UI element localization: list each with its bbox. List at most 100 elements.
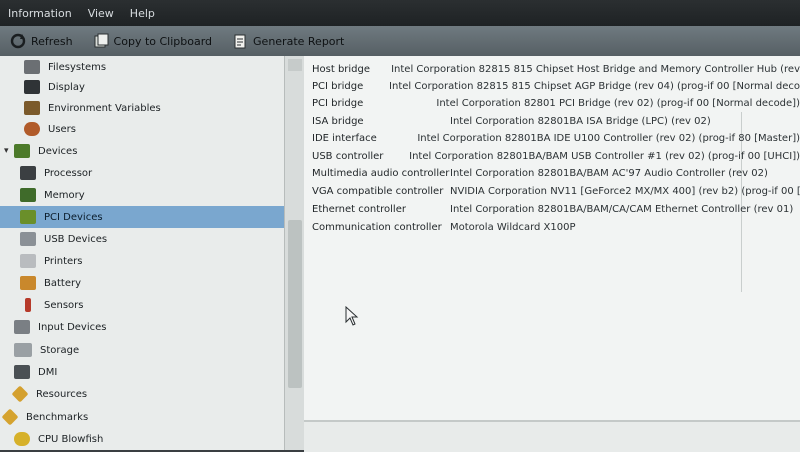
users-icon [24,122,40,136]
device-name: Intel Corporation 82801BA ISA Bridge (LP… [450,115,711,127]
table-row[interactable]: ISA bridge Intel Corporation 82801BA ISA… [304,112,800,130]
device-name: Intel Corporation 82801 PCI Bridge (rev … [436,97,800,109]
sidebar-item-pci-devices[interactable]: PCI Devices [0,206,284,228]
input-icon [14,320,30,334]
device-name: Intel Corporation 82801BA/BAM/CA/CAM Eth… [450,203,794,215]
device-type: Ethernet controller [312,203,406,215]
sidebar-item-label: Storage [40,344,80,356]
sidebar-item-usb-devices[interactable]: USB Devices [0,228,284,250]
sidebar-item-battery[interactable]: Battery [0,272,284,294]
sidebar-item-display[interactable]: Display [0,76,284,98]
sidebar-item-cpu-blowfish[interactable]: CPU Blowfish [0,428,284,450]
sidebar-item-label: Display [48,81,85,93]
table-row[interactable]: USB controller Intel Corporation 82801BA… [304,147,800,165]
sidebar-item-sensors[interactable]: Sensors [0,294,284,316]
sidebar-item-environment-variables[interactable]: Environment Variables [0,97,284,119]
device-type: ISA bridge [312,115,364,127]
device-name: Intel Corporation 82801BA IDE U100 Contr… [417,132,800,144]
menu-view[interactable]: View [80,7,122,20]
device-type: IDE interface [312,132,377,144]
menu-help[interactable]: Help [122,7,163,20]
sidebar-item-label: Environment Variables [48,102,161,114]
sidebar-item-label: DMI [38,366,58,378]
report-label: Generate Report [253,34,345,48]
memory-icon [20,188,36,202]
refresh-button[interactable]: Refresh [0,33,83,49]
sidebar-item-resources[interactable]: Resources [0,383,284,405]
report-icon [234,34,246,49]
sidebar-item-memory[interactable]: Memory [0,184,284,206]
device-type: PCI bridge [312,80,364,92]
chevron-down-icon[interactable]: ▾ [4,146,14,156]
table-row[interactable]: VGA compatible controller NVIDIA Corpora… [304,182,800,200]
table-row[interactable]: PCI bridge Intel Corporation 82801 PCI B… [304,94,800,112]
device-type: Communication controller [312,221,442,233]
scroll-thumb[interactable] [288,220,302,388]
sidebar-item-users[interactable]: Users [0,118,284,140]
sidebar-item-benchmarks[interactable]: Benchmarks [0,406,284,428]
storage-icon [14,343,32,357]
sidebar-item-label: PCI Devices [44,211,103,223]
sidebar-item-label: Printers [44,255,83,267]
devices-icon [14,144,30,158]
menu-bar: Information View Help [0,0,800,26]
device-type: Host bridge [312,63,371,75]
device-name: Motorola Wildcard X100P [450,221,576,233]
device-type: Multimedia audio controller [312,167,450,179]
blowfish-icon [14,432,30,446]
device-list: Host bridge Intel Corporation 82815 815 … [304,56,800,420]
pci-icon [20,210,36,224]
sidebar-item-label: Resources [36,388,88,400]
usb-icon [20,232,36,246]
sidebar-item-label: Benchmarks [26,411,89,423]
table-row[interactable]: Host bridge Intel Corporation 82815 815 … [304,60,800,78]
processor-icon [20,166,36,180]
sidebar-item-storage[interactable]: Storage [0,339,284,361]
device-name: NVIDIA Corporation NV11 [GeForce2 MX/MX … [450,185,800,197]
generate-report-button[interactable]: Generate Report [222,33,354,49]
menu-information[interactable]: Information [0,7,80,20]
table-row[interactable]: IDE interface Intel Corporation 82801BA … [304,129,800,147]
table-row[interactable]: PCI bridge Intel Corporation 82815 815 C… [304,77,800,95]
sidebar-item-label: Filesystems [48,61,107,73]
sidebar-item-label: USB Devices [44,233,108,245]
printer-icon [20,254,36,268]
filesystem-icon [24,60,40,74]
copy-to-clipboard-button[interactable]: Copy to Clipboard [83,33,222,49]
sidebar-item-dmi[interactable]: DMI [0,361,284,383]
device-type: PCI bridge [312,97,364,109]
display-icon [24,80,40,94]
device-type: USB controller [312,150,384,162]
env-vars-icon [24,101,40,115]
refresh-icon [10,33,26,49]
table-row[interactable]: Communication controller Motorola Wildca… [304,218,800,236]
device-name: Intel Corporation 82801BA/BAM AC'97 Audi… [450,167,768,179]
sidebar-item-label: Battery [44,277,82,289]
sidebar-item-devices[interactable]: ▾ Devices [0,140,284,162]
battery-icon [20,276,36,290]
sidebar-item-label: Processor [44,167,93,179]
sensor-icon [25,298,31,312]
benchmarks-icon [1,408,19,426]
sidebar: Filesystems Display Environment Variable… [0,56,284,450]
scroll-up-button[interactable] [288,59,302,71]
device-type: VGA compatible controller [312,185,444,197]
sidebar-scrollbar[interactable] [284,56,305,450]
device-name: Intel Corporation 82815 815 Chipset Host… [391,63,800,75]
table-row[interactable]: Ethernet controller Intel Corporation 82… [304,200,800,218]
table-row[interactable]: Multimedia audio controller Intel Corpor… [304,164,800,182]
sidebar-item-label: Input Devices [38,321,107,333]
sidebar-item-label: Users [48,123,77,135]
mouse-cursor-icon [345,306,359,326]
sidebar-item-processor[interactable]: Processor [0,162,284,184]
toolbar: Refresh Copy to Clipboard Generate Repor… [0,26,800,57]
sidebar-item-printers[interactable]: Printers [0,250,284,272]
device-name: Intel Corporation 82815 815 Chipset AGP … [389,80,800,92]
sidebar-item-label: Memory [44,189,85,201]
sidebar-item-label: Devices [38,145,78,157]
device-name: Intel Corporation 82801BA/BAM USB Contro… [409,150,800,162]
sidebar-item-input-devices[interactable]: Input Devices [0,316,284,338]
details-pane [304,420,800,452]
sidebar-item-filesystems[interactable]: Filesystems [0,56,284,78]
refresh-label: Refresh [31,34,73,48]
